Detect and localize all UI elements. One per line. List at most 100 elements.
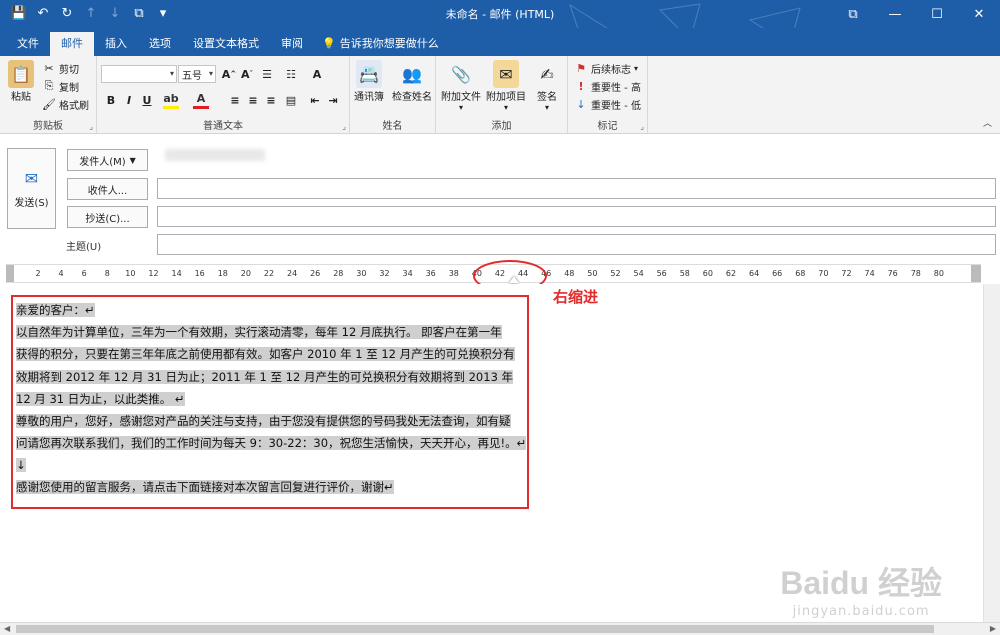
ruler-tick-label: 22 [263, 269, 275, 278]
ruler-tick-label: 10 [125, 269, 136, 278]
ruler-tick-label: 38 [448, 269, 459, 278]
check-names-button[interactable]: 👥 检查姓名 [392, 60, 432, 104]
align-right-icon[interactable]: ≡ [263, 91, 279, 109]
italic-icon[interactable]: I [121, 91, 137, 109]
dialog-launcher-icon[interactable]: ⌟ [89, 122, 93, 131]
ruler-tick-label: 32 [379, 269, 390, 278]
high-importance-button[interactable]: ! 重要性 - 高 [574, 78, 641, 94]
lightbulb-icon: 💡 [322, 37, 336, 50]
basic-text-group-label: 普通文本 [203, 121, 243, 132]
tab-options[interactable]: 选项 [138, 32, 182, 56]
collapse-ribbon-icon[interactable]: ︿ [983, 116, 992, 129]
grow-font-icon[interactable]: A ^ [221, 65, 237, 83]
dialog-launcher-icon[interactable]: ⌟ [640, 122, 644, 131]
tab-format-text[interactable]: 设置文本格式 [182, 32, 270, 56]
body-line: 尊敬的用户，您好，感谢您对产品的关注与支持，由于您没有提供您的号码我处无法查询，… [16, 414, 511, 428]
follow-up-button[interactable]: ⚑ 后续标志 ▾ [574, 60, 638, 76]
align-center-icon[interactable]: ≡ [245, 91, 261, 109]
tags-group: ⚑ 后续标志 ▾ ! 重要性 - 高 ↓ 重要性 - 低 标记 ⌟ [568, 56, 648, 134]
to-label: 收件人... [87, 185, 128, 197]
signature-icon: ✍ [540, 64, 554, 84]
shrink-font-icon[interactable]: Aˇ [239, 65, 255, 83]
attach-item-button[interactable]: ✉ 附加项目 ▾ [486, 60, 526, 112]
ruler-tick-label: 50 [587, 269, 598, 278]
ruler-tick-label: 12 [148, 269, 159, 278]
ruler-tick-label: 36 [425, 269, 436, 278]
tab-file[interactable]: 文件 [6, 32, 50, 56]
paste-button[interactable]: 📋 粘贴 [8, 60, 34, 103]
font-color-icon[interactable]: A [193, 91, 209, 109]
ruler-left-margin [6, 265, 14, 282]
message-header: ✉ 发送(S) 发件人(M) ▼ 收件人... 抄送(C)... 主题(U) [0, 134, 1000, 262]
check-names-label: 检查姓名 [392, 92, 432, 103]
body-line: 12 月 31 日为止，以此类推。 ↵ [16, 392, 185, 406]
underline-icon[interactable]: U [139, 91, 155, 109]
horizontal-scrollbar[interactable]: ◀ ▶ [0, 622, 1000, 635]
maximize-icon[interactable]: ☐ [916, 0, 958, 28]
flag-icon: ⚑ [576, 61, 586, 75]
horizontal-scroll-thumb[interactable] [16, 625, 934, 633]
high-importance-label: 重要性 - 高 [591, 82, 641, 94]
bold-icon[interactable]: B [103, 91, 119, 109]
chevron-down-icon: ▼ [129, 155, 136, 165]
ruler-tick-label: 26 [310, 269, 321, 278]
dialog-launcher-icon[interactable]: ⌟ [342, 122, 346, 131]
follow-up-label: 后续标志 [591, 64, 631, 76]
to-field[interactable] [157, 178, 996, 199]
scroll-right-icon[interactable]: ▶ [990, 624, 996, 633]
tab-review[interactable]: 审阅 [270, 32, 314, 56]
vertical-scrollbar[interactable] [983, 284, 1000, 622]
justify-icon[interactable]: ▤ [283, 91, 299, 109]
to-button[interactable]: 收件人... [67, 178, 148, 200]
numbering-icon[interactable]: ☷ [283, 65, 299, 83]
cc-field[interactable] [157, 206, 996, 227]
ruler-tick-label: 48 [564, 269, 575, 278]
address-book-icon: 📇 [356, 60, 382, 88]
send-label: 发送(S) [14, 197, 49, 209]
ruler-tick-label: 30 [356, 269, 367, 278]
tab-message[interactable]: 邮件 [50, 32, 94, 56]
chevron-down-icon: ▾ [458, 103, 463, 112]
window-controls: ⧉ — ☐ ✕ [832, 0, 1000, 28]
bullets-icon[interactable]: ☰ [259, 65, 275, 83]
tab-insert[interactable]: 插入 [94, 32, 138, 56]
names-group: 📇 通讯簿 👥 检查姓名 姓名 [350, 56, 436, 134]
minimize-icon[interactable]: — [874, 0, 916, 28]
cut-button[interactable]: ✂ 剪切 [42, 60, 79, 76]
copy-button[interactable]: ⎘ 复制 [42, 78, 79, 94]
ruler-tick-label: 8 [104, 269, 110, 278]
attach-file-button[interactable]: 📎 附加文件 ▾ [441, 60, 481, 113]
check-names-icon: 👥 [402, 64, 422, 84]
chevron-down-icon: ▾ [544, 103, 549, 112]
clipboard-group-label: 剪贴板 [33, 121, 63, 132]
paste-icon: 📋 [8, 60, 34, 88]
tell-me-box[interactable]: 💡 告诉我你想要做什么 [314, 32, 447, 56]
decrease-indent-icon[interactable]: ⇤ [307, 91, 323, 109]
subject-field[interactable] [157, 234, 996, 255]
body-line: 感谢您使用的留言服务，请点击下面链接对本次留言回复进行评价，谢谢↵ [16, 480, 394, 494]
increase-indent-icon[interactable]: ⇥ [325, 91, 341, 109]
ruler-tick-label: 56 [656, 269, 667, 278]
scroll-left-icon[interactable]: ◀ [4, 624, 10, 633]
address-book-button[interactable]: 📇 通讯簿 [354, 60, 384, 103]
font-size-combo[interactable]: 五号 ▾ [178, 65, 216, 83]
format-painter-button[interactable]: 🖌 格式刷 [42, 96, 89, 112]
ruler-tick-label: 18 [217, 269, 228, 278]
ruler-right-margin [971, 265, 981, 282]
signature-label: 签名 [537, 92, 557, 103]
send-button[interactable]: ✉ 发送(S) [7, 148, 56, 229]
chevron-down-icon: ▾ [208, 69, 213, 78]
ruler-tick-label: 78 [910, 269, 921, 278]
low-importance-button[interactable]: ↓ 重要性 - 低 [574, 96, 641, 112]
align-left-icon[interactable]: ≡ [227, 91, 243, 109]
close-icon[interactable]: ✕ [958, 0, 1000, 28]
cc-button[interactable]: 抄送(C)... [67, 206, 148, 228]
font-name-combo[interactable]: ▾ [101, 65, 177, 83]
clear-formatting-icon[interactable]: A [309, 65, 325, 83]
from-button[interactable]: 发件人(M) ▼ [67, 149, 148, 171]
highlight-icon[interactable]: ab [163, 91, 179, 109]
restore-icon[interactable]: ⧉ [832, 0, 874, 28]
ruler-tick-label: 16 [194, 269, 205, 278]
signature-button[interactable]: ✍ 签名 ▾ [534, 60, 560, 113]
ruler-tick-label: 14 [171, 269, 182, 278]
